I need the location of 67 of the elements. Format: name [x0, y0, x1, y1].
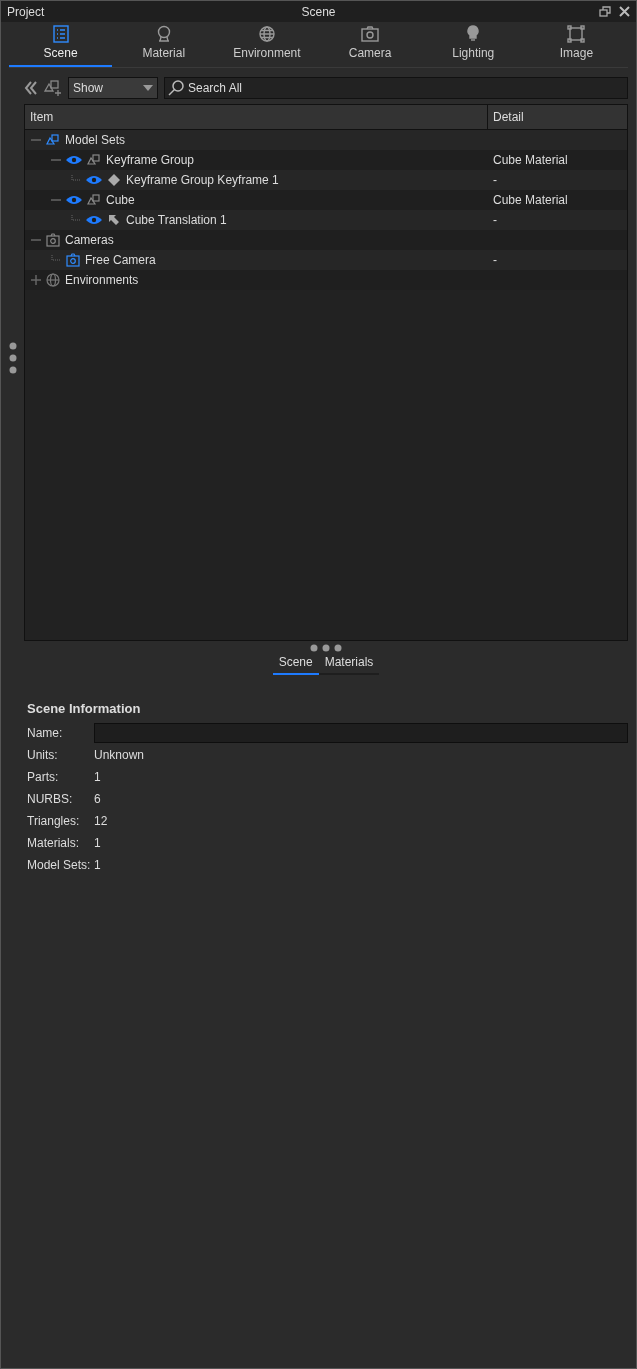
tab[interactable]: Material — [112, 22, 216, 67]
add-shapes-icon[interactable] — [44, 79, 62, 97]
tree-item[interactable]: Keyframe Group — [106, 153, 195, 167]
field-value: 1 — [94, 836, 101, 850]
field-label: Parts: — [27, 770, 60, 784]
field-value: 6 — [94, 792, 101, 806]
tree-item[interactable]: Free Camera — [85, 253, 156, 267]
tab[interactable]: Image — [524, 22, 629, 67]
eye-icon[interactable] — [66, 155, 82, 165]
tab[interactable]: Environment — [215, 22, 319, 67]
field-value: 1 — [94, 858, 101, 872]
field-value: 12 — [94, 814, 108, 828]
detail-text: Cube Material — [493, 153, 568, 167]
camera-icon — [360, 24, 381, 44]
restore-icon[interactable] — [599, 6, 611, 17]
drag-handle-icon[interactable] — [8, 342, 17, 374]
detail-text: - — [493, 213, 497, 227]
column-header[interactable]: Detail — [487, 105, 627, 129]
field-value: Unknown — [94, 748, 145, 762]
drag-handle-icon[interactable] — [310, 644, 342, 652]
window-title: Scene — [301, 4, 336, 19]
tab[interactable]: Lighting — [421, 22, 525, 67]
collapse-icon[interactable] — [24, 81, 38, 95]
field-label: Triangles: — [27, 814, 81, 828]
tree-item[interactable]: Model Sets — [65, 133, 126, 147]
globe-icon — [256, 24, 277, 44]
show-dropdown[interactable]: Show — [68, 77, 158, 99]
detail-text: - — [493, 173, 497, 187]
eye-icon[interactable] — [86, 215, 102, 225]
caret-icon — [143, 85, 153, 91]
detail-text: - — [493, 253, 497, 267]
field-label: Units: — [27, 748, 59, 762]
list-icon — [50, 24, 71, 44]
search-icon — [167, 79, 185, 97]
section-title: Scene Information — [27, 701, 142, 716]
tab[interactable]: Camera — [318, 22, 422, 67]
tab[interactable]: Scene — [272, 653, 319, 675]
field-label: Name: — [27, 726, 64, 740]
tree-item[interactable]: Cameras — [65, 233, 114, 247]
tree-item[interactable]: Environments — [65, 273, 139, 287]
field-label: Materials: — [27, 836, 80, 850]
field-value: 1 — [94, 770, 101, 784]
arrow-icon — [107, 213, 121, 227]
close-icon[interactable] — [619, 6, 630, 17]
column-header[interactable]: Item — [25, 105, 487, 129]
eye-icon[interactable] — [66, 195, 82, 205]
shapes-icon — [46, 133, 60, 147]
tree-item[interactable]: Cube Translation 1 — [126, 213, 227, 227]
field-label: Model Sets: — [27, 858, 92, 872]
tab[interactable]: Materials — [318, 653, 380, 675]
camera-icon — [46, 233, 60, 247]
globe-icon — [46, 273, 60, 287]
detail-text: Cube Material — [493, 193, 568, 207]
tree-item[interactable]: Keyframe Group Keyframe 1 — [126, 173, 279, 187]
expander-icon[interactable] — [31, 275, 41, 285]
tree-item[interactable]: Cube — [106, 193, 135, 207]
search-field[interactable]: Search All — [164, 77, 628, 99]
camera-icon — [66, 253, 80, 267]
shapes-icon — [87, 193, 101, 207]
eye-icon[interactable] — [86, 175, 102, 185]
field-label: NURBS: — [27, 792, 74, 806]
shapes-icon — [87, 153, 101, 167]
name-field[interactable] — [94, 723, 628, 743]
frame-icon — [566, 24, 587, 44]
diamond-icon — [107, 173, 121, 187]
tab[interactable]: Scene — [9, 22, 113, 67]
panel-title: Project — [7, 4, 45, 19]
